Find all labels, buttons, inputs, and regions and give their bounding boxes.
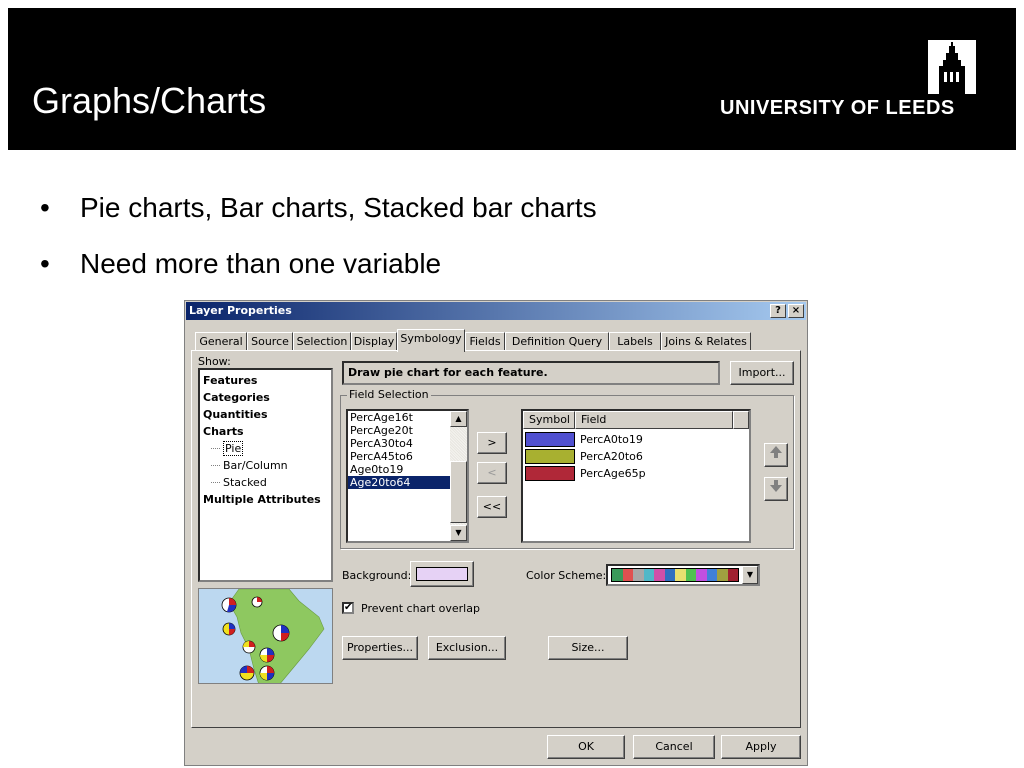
ok-button[interactable]: OK xyxy=(547,735,625,759)
symbol-field-name: PercAge65p xyxy=(580,467,646,480)
background-swatch xyxy=(416,567,468,581)
color-ramp-segment xyxy=(696,569,707,581)
field-column-header[interactable]: Field xyxy=(575,411,733,429)
bullet-text: Need more than one variable xyxy=(80,248,442,279)
color-scheme-select[interactable]: ▼ xyxy=(606,564,760,586)
color-ramp-segment xyxy=(664,569,675,581)
slide-title: Graphs/Charts xyxy=(32,80,267,121)
background-color-button[interactable] xyxy=(410,561,474,587)
symbol-field-list[interactable]: Symbol Field PercA0to19 PercA20to6 PercA… xyxy=(521,409,751,543)
exclusion-button[interactable]: Exclusion... xyxy=(428,636,506,660)
color-scheme-label: Color Scheme: xyxy=(526,569,607,582)
remove-all-fields-button[interactable]: << xyxy=(477,496,507,518)
map-preview-image xyxy=(199,589,332,683)
dialog-title: Layer Properties xyxy=(189,304,292,317)
symbol-column-header[interactable]: Symbol xyxy=(523,411,575,429)
field-selection-group: Field Selection PercAge16t PercAge20t Pe… xyxy=(340,388,794,549)
list-item[interactable]: PercA30to4 xyxy=(348,437,450,450)
tab-display[interactable]: Display xyxy=(351,332,397,351)
bullet-dot-icon: • xyxy=(40,248,50,279)
color-ramp-segment xyxy=(706,569,717,581)
color-ramp-segment xyxy=(685,569,696,581)
bullet-list: • Pie charts, Bar charts, Stacked bar cha… xyxy=(40,192,597,304)
tab-selection[interactable]: Selection xyxy=(293,332,351,351)
color-ramp-segment xyxy=(612,569,623,581)
prevent-overlap-label[interactable]: Prevent chart overlap xyxy=(361,602,480,615)
university-name: UNIVERSITY OF LEEDS xyxy=(720,97,955,119)
bullet-text: Pie charts, Bar charts, Stacked bar char… xyxy=(80,192,597,223)
bullet-dot-icon: • xyxy=(40,192,50,223)
close-button[interactable]: × xyxy=(788,304,804,318)
renderer-description: Draw pie chart for each feature. xyxy=(342,361,720,385)
tab-source[interactable]: Source xyxy=(247,332,293,351)
bullet-item: • Pie charts, Bar charts, Stacked bar cha… xyxy=(40,192,597,248)
color-ramp-segment xyxy=(675,569,686,581)
university-logo xyxy=(928,40,976,94)
color-ramp-segment xyxy=(633,569,644,581)
symbol-field-name: PercA20to6 xyxy=(580,450,643,463)
move-down-button[interactable] xyxy=(764,477,788,501)
tab-joins-relates[interactable]: Joins & Relates xyxy=(661,332,751,351)
tab-labels[interactable]: Labels xyxy=(609,332,661,351)
scroll-down-icon[interactable]: ▼ xyxy=(450,525,467,541)
symbology-panel: Show: Features Categories Quantities Cha… xyxy=(191,350,801,728)
tree-item-categories[interactable]: Categories xyxy=(203,389,328,406)
tower-logo-icon xyxy=(928,40,976,94)
color-ramp-segment xyxy=(654,569,665,581)
color-ramp-segment xyxy=(727,569,738,581)
extra-column-header xyxy=(733,411,749,429)
tree-item-pie[interactable]: Pie xyxy=(203,440,328,457)
renderer-tree: Features Categories Quantities Charts Pi… xyxy=(198,368,333,582)
color-ramp-segment xyxy=(622,569,633,581)
properties-button[interactable]: Properties... xyxy=(342,636,418,660)
import-button[interactable]: Import... xyxy=(730,361,794,385)
add-field-button[interactable]: > xyxy=(477,432,507,454)
layer-properties-dialog: Layer Properties ? × General Source Sele… xyxy=(184,300,808,766)
tab-general[interactable]: General xyxy=(195,332,247,351)
scroll-thumb[interactable] xyxy=(450,461,467,523)
symbol-swatch[interactable] xyxy=(525,432,575,447)
list-item[interactable]: PercA45to6 xyxy=(348,450,450,463)
tree-item-features[interactable]: Features xyxy=(203,372,328,389)
symbol-field-name: PercA0to19 xyxy=(580,433,643,446)
chevron-down-icon[interactable]: ▼ xyxy=(742,566,758,584)
prevent-overlap-checkbox[interactable]: ✔ xyxy=(342,602,354,614)
help-button[interactable]: ? xyxy=(770,304,786,318)
cancel-button[interactable]: Cancel xyxy=(633,735,715,759)
symbol-swatch[interactable] xyxy=(525,466,575,481)
scroll-up-icon[interactable]: ▲ xyxy=(450,411,467,427)
field-selection-label: Field Selection xyxy=(347,388,431,401)
preview-map xyxy=(198,588,333,684)
color-ramp-segment xyxy=(717,569,728,581)
color-scheme-ramp xyxy=(611,568,739,582)
slide-header xyxy=(8,8,1016,150)
tree-item-bar-column[interactable]: Bar/Column xyxy=(203,457,328,474)
tree-item-quantities[interactable]: Quantities xyxy=(203,406,328,423)
list-item[interactable]: Age0to19 xyxy=(348,463,450,476)
tree-item-multiple-attributes[interactable]: Multiple Attributes xyxy=(203,491,328,508)
show-label: Show: xyxy=(198,355,231,368)
tab-fields[interactable]: Fields xyxy=(465,332,505,351)
bullet-item: • Need more than one variable xyxy=(40,248,597,304)
list-item-selected[interactable]: Age20to64 xyxy=(348,476,450,489)
down-arrow-icon xyxy=(770,480,782,492)
apply-button[interactable]: Apply xyxy=(721,735,801,759)
available-fields-list[interactable]: PercAge16t PercAge20t PercA30to4 PercA45… xyxy=(346,409,469,543)
up-arrow-icon xyxy=(770,446,782,458)
color-ramp-segment xyxy=(643,569,654,581)
tree-item-label: Pie xyxy=(223,441,244,456)
list-item[interactable]: PercAge16t xyxy=(348,411,450,424)
dialog-titlebar[interactable]: Layer Properties ? × xyxy=(186,302,806,320)
background-label: Background: xyxy=(342,569,412,582)
symbol-swatch[interactable] xyxy=(525,449,575,464)
size-button[interactable]: Size... xyxy=(548,636,628,660)
move-up-button[interactable] xyxy=(764,443,788,467)
tab-symbology[interactable]: Symbology xyxy=(397,329,465,352)
remove-field-button[interactable]: < xyxy=(477,462,507,484)
list-item[interactable]: PercAge20t xyxy=(348,424,450,437)
fields-scrollbar[interactable]: ▲ ▼ xyxy=(450,411,467,541)
tree-item-charts[interactable]: Charts xyxy=(203,423,328,440)
tab-definition-query[interactable]: Definition Query xyxy=(505,332,609,351)
tree-item-stacked[interactable]: Stacked xyxy=(203,474,328,491)
